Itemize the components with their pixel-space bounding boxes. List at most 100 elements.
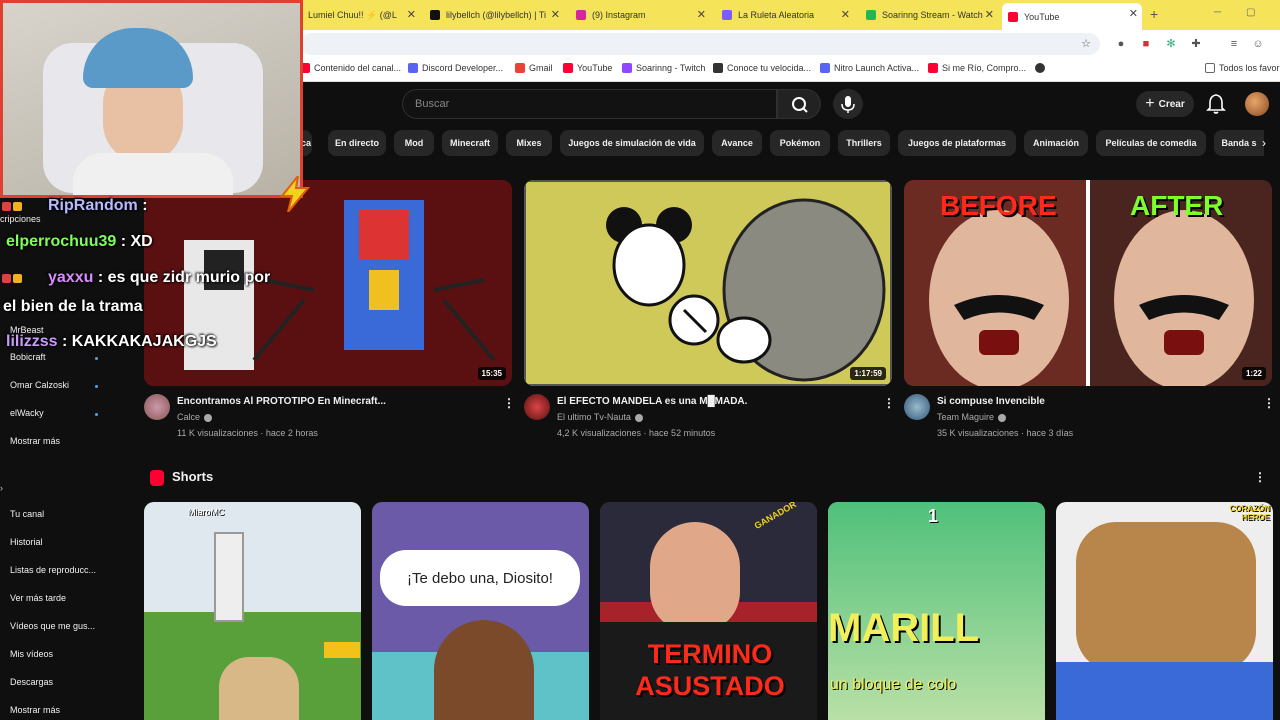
channel-avatar[interactable]	[144, 394, 170, 420]
chip[interactable]: Minecraft	[442, 130, 498, 156]
short-thumbnail[interactable]: TERMINO ASUSTADO GANADOR	[600, 502, 817, 720]
sidebar-show-more[interactable]: Mostrar más	[10, 705, 60, 715]
extension-icon[interactable]: ✻	[1164, 37, 1178, 51]
browser-tab[interactable]: lilybellch (@lilybellch) | Ti ✕	[424, 4, 564, 26]
short-thumbnail[interactable]: 1 MARILL un bloque de colo	[828, 502, 1045, 720]
create-button[interactable]: + Crear	[1136, 91, 1194, 117]
profile-icon[interactable]: ☺	[1251, 37, 1265, 51]
sidebar-item-playlists[interactable]: Listas de reproducc...	[10, 565, 96, 575]
bookmark[interactable]: Gmail	[515, 63, 553, 73]
badge-icon	[2, 274, 11, 283]
channel-avatar[interactable]	[524, 394, 550, 420]
browser-tab[interactable]: (9) Instagram ✕	[570, 4, 710, 26]
video-title[interactable]: El EFECTO MANDELA es una M█MADA.	[557, 396, 747, 407]
short-overlay-text: CORAZÓN HEROE	[1229, 504, 1270, 522]
gmail-icon	[515, 63, 525, 73]
bookmark[interactable]: Conoce tu velocida...	[713, 63, 811, 73]
sidebar-item-liked-videos[interactable]: Vídeos que me gus...	[10, 621, 95, 631]
minimize-icon[interactable]: ─	[1214, 7, 1221, 18]
media-icon[interactable]: ≡	[1227, 37, 1241, 51]
search-icon	[792, 97, 808, 113]
sidebar-show-more[interactable]: Mostrar más	[10, 436, 60, 446]
chip[interactable]: Películas de comedia	[1096, 130, 1206, 156]
chip[interactable]: Juegos de plataformas	[898, 130, 1016, 156]
sidebar-item-subscription[interactable]: Omar Calzoski	[10, 380, 69, 390]
search-input[interactable]: Buscar	[402, 89, 777, 119]
bookmark[interactable]: YouTube	[563, 63, 612, 73]
bookmark[interactable]: Si me Río, Compro...	[928, 63, 1026, 73]
close-tab-icon[interactable]: ✕	[985, 8, 994, 21]
more-options-icon[interactable]: ⋮	[1254, 470, 1266, 484]
bookmark[interactable]: Discord Developer...	[408, 63, 503, 73]
notifications-bell-icon[interactable]	[1206, 93, 1226, 115]
sidebar-item-my-videos[interactable]: Mis vídeos	[10, 649, 53, 659]
maximize-icon[interactable]: ▢	[1246, 7, 1255, 18]
bookmark[interactable]: Soarinng - Twitch	[622, 63, 705, 73]
browser-tab-active[interactable]: YouTube ✕	[1002, 3, 1142, 30]
bookmark[interactable]: Contenido del canal...	[300, 63, 401, 73]
video-title[interactable]: Si compuse Invencible	[937, 396, 1045, 407]
more-options-icon[interactable]: ⋮	[503, 396, 515, 410]
video-title[interactable]: Encontramos Al PROTOTIPO En Minecraft...	[177, 396, 386, 407]
chip[interactable]: Pokémon	[770, 130, 830, 156]
folder-label: Todos los favorit	[1219, 63, 1280, 73]
bookmark[interactable]: Nitro Launch Activa...	[820, 63, 919, 73]
account-avatar[interactable]	[1245, 92, 1269, 116]
new-content-dot	[95, 385, 98, 388]
close-tab-icon[interactable]: ✕	[841, 8, 850, 21]
new-tab-icon[interactable]: +	[1150, 6, 1158, 22]
short-thumbnail[interactable]: MiaroMC	[144, 502, 361, 720]
sidebar-item-watch-later[interactable]: Ver más tarde	[10, 593, 66, 603]
more-options-icon[interactable]: ⋮	[1263, 396, 1275, 410]
chevron-right-icon[interactable]: ›	[1262, 136, 1266, 150]
sidebar-item-subscription[interactable]: elWacky	[10, 408, 44, 418]
sidebar-item-history[interactable]: Historial	[10, 537, 43, 547]
chip[interactable]: Mixes	[506, 130, 552, 156]
bookmarks-folder[interactable]: Todos los favorit	[1205, 63, 1280, 73]
extension-icon[interactable]: ■	[1139, 37, 1153, 51]
bookmark-label: YouTube	[577, 63, 613, 73]
chat-badges	[2, 270, 42, 286]
address-bar[interactable]	[300, 33, 1100, 55]
sidebar-item-your-channel[interactable]: Tu canal	[10, 509, 44, 519]
sidebar-item-subscription[interactable]: Bobicraft	[10, 352, 46, 362]
chip[interactable]: En directo	[328, 130, 386, 156]
chip[interactable]: Banda s	[1214, 130, 1264, 156]
bookmark-star-icon[interactable]: ☆	[1079, 37, 1093, 51]
channel-name[interactable]: El ultimo Tv-Nauta	[557, 412, 643, 422]
shirt	[73, 153, 233, 195]
chip[interactable]: Juegos de simulación de vida	[560, 130, 704, 156]
channel-name[interactable]: Team Maguire	[937, 412, 1007, 422]
hero-figure-blue	[1056, 662, 1273, 720]
close-tab-icon[interactable]: ✕	[1129, 7, 1138, 20]
extension-icon[interactable]: ●	[1114, 37, 1128, 51]
chip[interactable]: Avance	[712, 130, 762, 156]
extensions-puzzle-icon[interactable]: ✚	[1189, 37, 1203, 51]
search-button[interactable]	[777, 89, 821, 119]
video-thumbnail[interactable]: BEFORE AFTER 1:22	[904, 180, 1272, 386]
bookmark-label: Nitro Launch Activa...	[834, 63, 920, 73]
close-tab-icon[interactable]: ✕	[407, 8, 416, 21]
chip[interactable]: Mod	[394, 130, 434, 156]
bookmark-label: Gmail	[529, 63, 553, 73]
chip[interactable]: Animación	[1024, 130, 1088, 156]
browser-tab[interactable]: Lumiel Chuu!! ⚡ (@L ✕	[302, 4, 420, 26]
voice-search-button[interactable]	[833, 89, 863, 119]
close-tab-icon[interactable]: ✕	[697, 8, 706, 21]
chat-message: elperrochuu39 : XD	[6, 233, 153, 250]
screen: Lumiel Chuu!! ⚡ (@L ✕ lilybellch (@lilybe…	[0, 0, 1280, 720]
short-thumbnail[interactable]: CORAZÓN HEROE	[1056, 502, 1273, 720]
globe-icon[interactable]	[1035, 63, 1049, 73]
short-thumbnail[interactable]: ¡Te debo una, Diosito!	[372, 502, 589, 720]
sidebar-item-downloads[interactable]: Descargas	[10, 677, 53, 687]
tab-title: Soarinng Stream - Watch	[882, 10, 983, 20]
short-counter: 1	[928, 506, 939, 526]
channel-name[interactable]: Calce	[177, 412, 213, 422]
chip[interactable]: Thrillers	[838, 130, 890, 156]
video-thumbnail[interactable]: 1:17:59	[524, 180, 892, 386]
close-tab-icon[interactable]: ✕	[551, 8, 560, 21]
more-options-icon[interactable]: ⋮	[883, 396, 895, 410]
browser-tab[interactable]: La Ruleta Aleatoria ✕	[716, 4, 854, 26]
channel-avatar[interactable]	[904, 394, 930, 420]
browser-tab[interactable]: Soarinng Stream - Watch ✕	[860, 4, 998, 26]
